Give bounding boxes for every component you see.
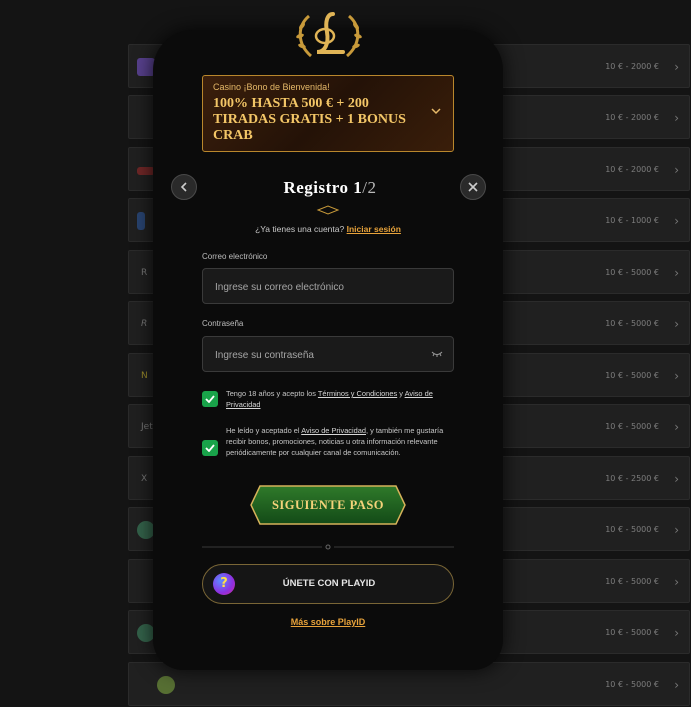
password-label: Contraseña <box>202 319 244 328</box>
close-button[interactable] <box>460 174 486 200</box>
terms-and: y <box>397 389 405 398</box>
chevron-right-icon: › <box>674 678 679 692</box>
chevron-right-icon: › <box>674 60 679 74</box>
more-about-playid-link[interactable]: Más sobre PlayID <box>202 617 454 627</box>
check-icon <box>205 444 215 452</box>
eye-closed-icon[interactable] <box>431 351 443 358</box>
deposit-range: 10 € - 5000 € <box>605 268 659 277</box>
chevron-right-icon: › <box>674 626 679 640</box>
check-icon <box>205 395 215 403</box>
title-main: Registro 1 <box>283 178 363 197</box>
chevron-right-icon: › <box>674 523 679 537</box>
deposit-range: 10 € - 2000 € <box>605 165 659 174</box>
deposit-range: 10 € - 2000 € <box>605 113 659 122</box>
chevron-right-icon: › <box>674 266 679 280</box>
bonus-offer-text: 100% HASTA 500 € + 200 TIRADAS GRATIS + … <box>213 96 406 143</box>
deposit-range: 10 € - 2000 € <box>605 62 659 71</box>
terms-link[interactable]: Términos y Condiciones <box>318 389 397 398</box>
or-separator <box>202 544 454 550</box>
provider-logo: Jet <box>141 422 153 432</box>
terms-prefix: Tengo 18 años y acepto los <box>226 389 318 398</box>
welcome-bonus-banner[interactable]: Casino ¡Bono de Bienvenida! 100% HASTA 5… <box>202 75 454 152</box>
title-step: /2 <box>362 178 377 197</box>
chevron-right-icon: › <box>674 163 679 177</box>
chevron-right-icon: › <box>674 575 679 589</box>
deposit-range: 10 € - 5000 € <box>605 319 659 328</box>
provider-logo: R <box>141 268 148 278</box>
deposit-range: 10 € - 5000 € <box>605 577 659 586</box>
password-field-wrapper <box>202 336 454 373</box>
close-icon <box>468 182 478 192</box>
chevron-right-icon: › <box>674 420 679 434</box>
chevron-right-icon: › <box>674 111 679 125</box>
provider-logo <box>157 676 175 694</box>
marketing-checkbox[interactable] <box>202 440 218 456</box>
playid-label: ÚNETE CON PLAYID <box>282 578 376 589</box>
provider-logo: R <box>141 319 148 329</box>
join-playid-button[interactable]: ? ÚNETE CON PLAYID <box>202 564 454 604</box>
email-field[interactable] <box>213 269 427 305</box>
marketing-privacy-link[interactable]: Aviso de Privacidad <box>301 426 366 435</box>
deposit-range: 10 € - 5000 € <box>605 422 659 431</box>
chevron-right-icon: › <box>674 369 679 383</box>
chevron-left-icon <box>180 182 187 192</box>
deposit-range: 10 € - 5000 € <box>605 680 659 689</box>
provider-logo: N <box>141 371 148 381</box>
next-step-button[interactable]: SIGUIENTE PASO <box>250 485 406 525</box>
deposit-range: 10 € - 5000 € <box>605 525 659 534</box>
deposit-range: 10 € - 2500 € <box>605 474 659 483</box>
password-field[interactable] <box>213 337 427 373</box>
bonus-caption: Casino ¡Bono de Bienvenida! <box>213 82 330 92</box>
deposit-range: 10 € - 5000 € <box>605 628 659 637</box>
chevron-down-icon[interactable] <box>431 106 441 116</box>
marketing-text: He leído y aceptado el Aviso de Privacid… <box>226 425 454 458</box>
email-field-wrapper <box>202 268 454 305</box>
deposit-range: 10 € - 1000 € <box>605 216 659 225</box>
chevron-right-icon: › <box>674 214 679 228</box>
brand-crest-logo <box>296 12 362 58</box>
login-question: ¿Ya tienes una cuenta? <box>255 224 345 234</box>
login-link[interactable]: Iniciar sesión <box>347 224 401 234</box>
terms-text: Tengo 18 años y acepto los Términos y Co… <box>226 388 454 410</box>
back-button[interactable] <box>171 174 197 200</box>
title-divider <box>222 205 434 215</box>
terms-checkbox[interactable] <box>202 391 218 407</box>
login-prompt: ¿Ya tienes una cuenta? Iniciar sesión <box>202 224 454 234</box>
email-label: Correo electrónico <box>202 252 268 261</box>
page-title: Registro 1/2 <box>230 178 430 198</box>
chevron-right-icon: › <box>674 317 679 331</box>
provider-logo: X <box>141 474 148 484</box>
chevron-right-icon: › <box>674 472 679 486</box>
provider-logo <box>137 212 145 230</box>
deposit-range: 10 € - 5000 € <box>605 371 659 380</box>
marketing-prefix: He leído y aceptado el <box>226 426 302 435</box>
